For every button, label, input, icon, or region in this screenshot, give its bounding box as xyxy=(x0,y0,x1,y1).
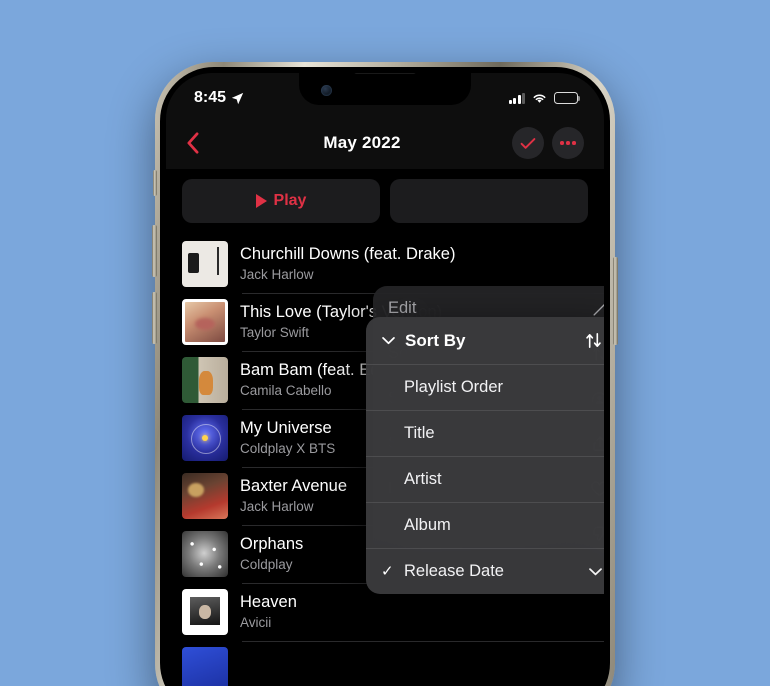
wifi-icon xyxy=(531,92,548,104)
play-triangle-icon xyxy=(255,194,267,208)
location-arrow-icon xyxy=(231,92,244,105)
song-row-partial[interactable] xyxy=(182,641,604,686)
song-artist: Avicii xyxy=(240,614,272,630)
sort-option-label: Playlist Order xyxy=(404,377,504,396)
song-title: Heaven xyxy=(240,593,297,612)
sort-by-submenu-header[interactable]: Sort By xyxy=(366,317,604,364)
sort-option-label: Release Date xyxy=(404,561,504,580)
sort-option-label: Title xyxy=(404,423,435,442)
chevron-down-icon xyxy=(588,566,603,577)
pencil-icon xyxy=(589,298,604,319)
sort-option-label: Artist xyxy=(404,469,442,488)
back-button[interactable] xyxy=(186,132,220,154)
silent-switch[interactable] xyxy=(153,170,157,196)
sort-option-artist[interactable]: Artist xyxy=(366,456,604,502)
sort-option-label: Album xyxy=(404,515,451,534)
sort-option-title[interactable]: Title xyxy=(366,410,604,456)
song-meta: Heaven Avicii xyxy=(240,592,604,632)
album-artwork xyxy=(182,299,228,345)
play-button[interactable]: Play xyxy=(182,179,380,223)
album-artwork xyxy=(182,589,228,635)
battery-icon xyxy=(554,92,581,104)
phone-screen: 8:45 May 2022 Play Churchill Downs (feat… xyxy=(166,73,604,686)
done-button[interactable] xyxy=(512,127,544,159)
album-artwork xyxy=(182,473,228,519)
playlist-content: Play Churchill Downs (feat. Drake) Jack … xyxy=(166,169,604,686)
album-artwork xyxy=(182,531,228,577)
navigation-bar: May 2022 xyxy=(166,117,604,169)
phone-frame: 8:45 May 2022 Play Churchill Downs (feat… xyxy=(152,62,618,686)
song-row[interactable]: Churchill Downs (feat. Drake) Jack Harlo… xyxy=(182,235,604,293)
notch xyxy=(299,73,471,105)
sort-by-submenu-title: Sort By xyxy=(405,330,466,350)
volume-down-button[interactable] xyxy=(152,292,157,344)
checkmark-icon xyxy=(520,137,536,150)
status-bar-left: 8:45 xyxy=(194,89,244,107)
album-artwork xyxy=(182,415,228,461)
song-meta xyxy=(240,669,604,671)
album-artwork xyxy=(182,357,228,403)
sort-arrows-icon xyxy=(584,331,603,350)
shuffle-button[interactable] xyxy=(390,179,588,223)
song-artist: Jack Harlow xyxy=(240,266,314,282)
more-options-button[interactable] xyxy=(552,127,584,159)
sort-option-release-date[interactable]: ✓ Release Date xyxy=(366,548,604,594)
song-meta: Churchill Downs (feat. Drake) Jack Harlo… xyxy=(240,244,604,284)
sort-option-playlist-order[interactable]: Playlist Order xyxy=(366,364,604,410)
ellipsis-icon xyxy=(560,141,576,145)
album-artwork xyxy=(182,241,228,287)
status-bar-right xyxy=(508,92,581,104)
chevron-down-icon xyxy=(381,335,396,346)
song-title: Churchill Downs (feat. Drake) xyxy=(240,245,456,264)
cellular-signal-icon xyxy=(508,92,525,104)
play-button-label: Play xyxy=(273,192,307,209)
album-artwork xyxy=(182,647,228,686)
power-button[interactable] xyxy=(613,257,618,345)
sort-option-album[interactable]: Album xyxy=(366,502,604,548)
earpiece-speaker xyxy=(354,73,416,74)
option-checkmark-selected: ✓ xyxy=(381,563,394,580)
sort-by-submenu: Sort By Playlist Order Title Artist Albu… xyxy=(366,317,604,594)
volume-up-button[interactable] xyxy=(152,225,157,277)
menu-item-label: Edit xyxy=(388,299,417,317)
front-camera-icon xyxy=(321,85,332,96)
playback-controls-row: Play xyxy=(166,169,604,235)
status-time: 8:45 xyxy=(194,89,227,106)
page-title: May 2022 xyxy=(323,133,401,152)
chevron-left-icon xyxy=(187,132,199,154)
